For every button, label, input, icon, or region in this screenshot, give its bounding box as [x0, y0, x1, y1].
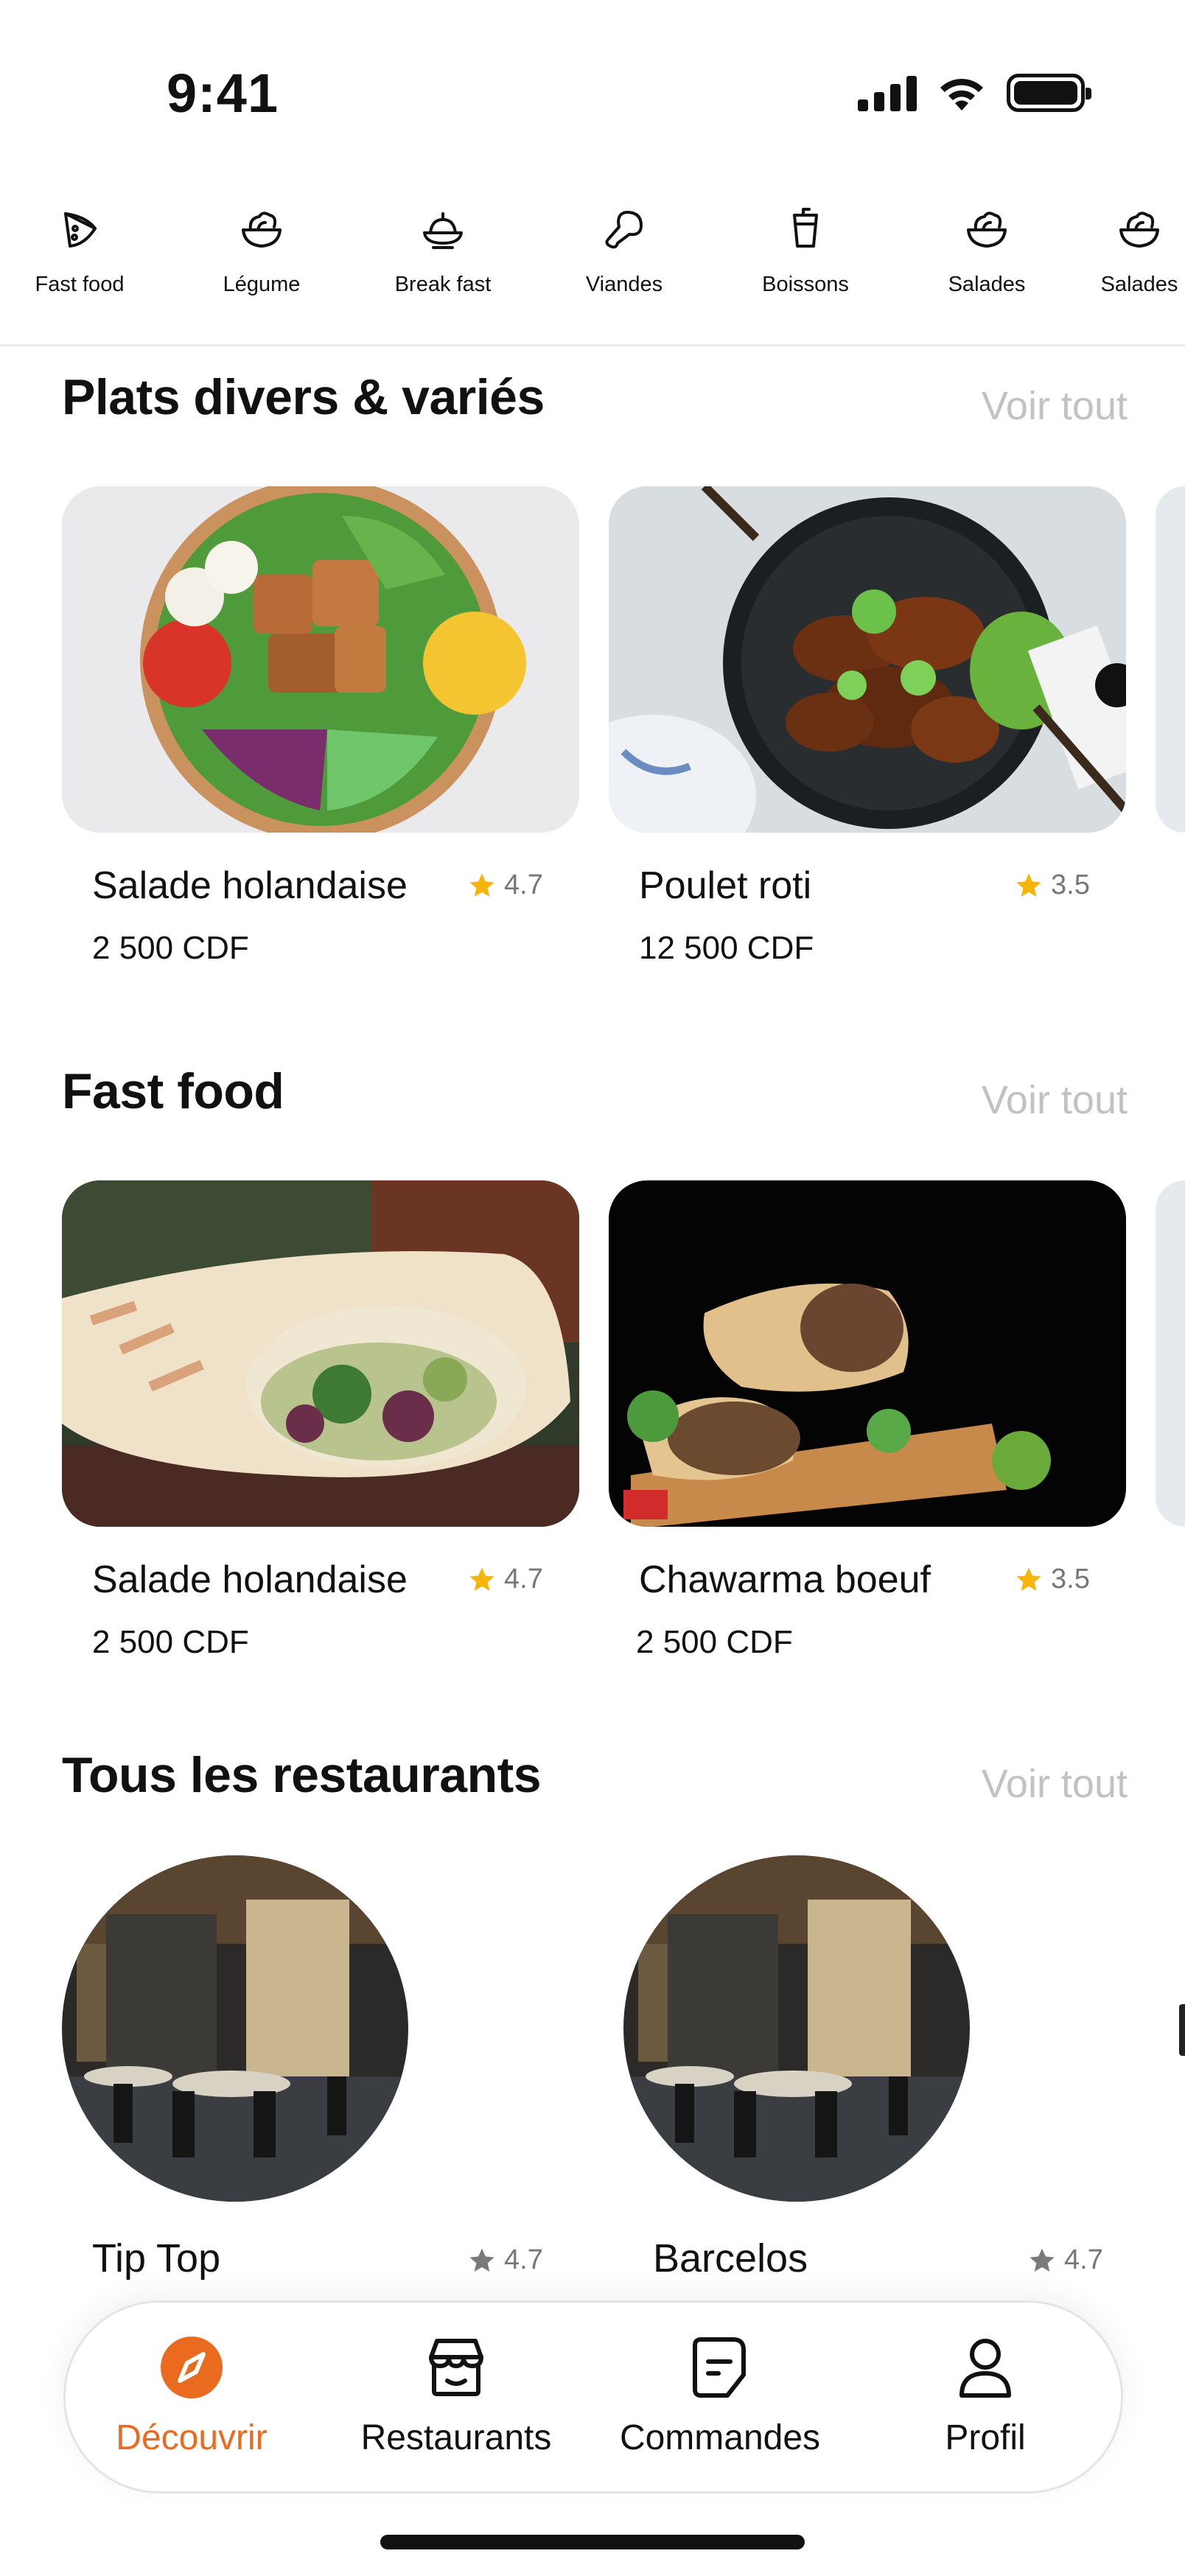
category-label: Boissons: [762, 273, 849, 296]
food-card-image[interactable]: [609, 1180, 1126, 1527]
drink-cup-icon: [793, 208, 818, 248]
food-card-name: Chawarma boeuf: [639, 1558, 931, 1601]
storefront-icon: [429, 2339, 483, 2396]
food-card-name: Salade holandaise: [92, 864, 408, 907]
category-fast-food[interactable]: Fast food: [0, 205, 161, 297]
user-icon: [959, 2339, 1011, 2398]
bottom-tab-bar: Découvrir Restaurants Commandes Profil: [63, 2300, 1123, 2493]
star-icon: [469, 1567, 494, 1591]
category-label: Fast food: [35, 273, 125, 296]
restaurant-image[interactable]: [62, 1855, 408, 2202]
restaurant-rating: 4.7: [1027, 2244, 1103, 2276]
restaurant-image[interactable]: [623, 1855, 970, 2202]
category-label: Salades: [1100, 273, 1178, 296]
rating-value: 4.7: [504, 2244, 543, 2275]
rating-value: 4.7: [1064, 2244, 1103, 2275]
category-salades[interactable]: Salades: [906, 205, 1068, 297]
category-label: Légume: [223, 273, 301, 296]
food-card-peek[interactable]: [1156, 486, 1185, 833]
rating-value: 3.5: [1051, 869, 1090, 900]
food-card-name: Salade holandaise: [92, 1558, 408, 1601]
food-card-rating: 4.7: [467, 1564, 543, 1595]
section-title-fast-food: Fast food: [62, 1063, 284, 1119]
breakfast-icon: [423, 212, 463, 249]
see-all-restaurants-link[interactable]: Voir tout: [982, 1761, 1128, 1807]
star-icon: [1016, 872, 1041, 897]
status-time: 9:41: [167, 63, 279, 124]
salad-bowl-icon: [967, 211, 1007, 248]
food-card-image[interactable]: [62, 1180, 579, 1527]
star-icon: [469, 2247, 494, 2272]
tab-label: Profil: [945, 2418, 1026, 2457]
food-card-price: 2 500 CDF: [92, 930, 249, 966]
compass-icon: [161, 2337, 223, 2398]
category-breakfast[interactable]: Break fast: [362, 205, 524, 297]
tab-label: Commandes: [619, 2418, 821, 2457]
food-card-image[interactable]: [609, 486, 1126, 833]
restaurant-name: Barcelos: [653, 2236, 808, 2281]
battery-icon: [1007, 74, 1091, 112]
section-title-restaurants: Tous les restaurants: [62, 1747, 542, 1803]
category-salades-2[interactable]: Salades: [1058, 205, 1185, 297]
restaurant-card-peek[interactable]: [1179, 2004, 1185, 2056]
rating-value: 4.7: [504, 1564, 543, 1595]
see-all-plats-link[interactable]: Voir tout: [982, 383, 1128, 429]
food-card-image[interactable]: [62, 486, 579, 833]
restaurant-name: Tip Top: [92, 2236, 221, 2281]
drumstick-icon: [605, 211, 643, 249]
food-card-price: 2 500 CDF: [636, 1624, 793, 1660]
tab-decouvrir[interactable]: Découvrir: [66, 2332, 317, 2458]
tab-restaurants[interactable]: Restaurants: [331, 2332, 581, 2458]
star-icon: [1016, 1567, 1041, 1591]
food-card-peek[interactable]: [1156, 1180, 1185, 1527]
category-label: Salades: [948, 273, 1026, 296]
food-card-price: 12 500 CDF: [639, 930, 814, 966]
cellular-signal-icon: [858, 74, 917, 111]
see-all-fast-food-link[interactable]: Voir tout: [982, 1077, 1128, 1123]
category-label: Break fast: [394, 273, 492, 296]
restaurant-rating: 4.7: [467, 2244, 543, 2276]
rating-value: 3.5: [1051, 1564, 1090, 1595]
salad-bowl-icon: [242, 211, 282, 248]
tab-profil[interactable]: Profil: [860, 2332, 1111, 2458]
food-card-rating: 4.7: [467, 869, 543, 901]
category-label: Viandes: [585, 273, 663, 296]
home-indicator[interactable]: [380, 2535, 805, 2549]
tab-label: Découvrir: [116, 2418, 268, 2457]
category-strip: Fast food Légume Break fast Viandes Bois…: [0, 192, 1185, 346]
rating-value: 4.7: [504, 869, 543, 900]
star-icon: [1030, 2247, 1055, 2272]
status-bar: 9:41: [0, 0, 1185, 169]
section-title-plats: Plats divers & variés: [62, 369, 545, 425]
pizza-slice-icon: [64, 212, 97, 248]
wifi-icon: [940, 78, 983, 111]
food-card-price: 2 500 CDF: [92, 1624, 249, 1660]
category-viandes[interactable]: Viandes: [543, 205, 705, 297]
salad-bowl-icon: [1119, 211, 1159, 248]
orders-icon: [693, 2337, 746, 2398]
tab-commandes[interactable]: Commandes: [595, 2332, 845, 2458]
tab-label: Restaurants: [360, 2418, 552, 2457]
category-boissons[interactable]: Boissons: [724, 205, 887, 297]
food-card-rating: 3.5: [1014, 1564, 1090, 1595]
food-card-rating: 3.5: [1014, 869, 1090, 901]
category-legume[interactable]: Légume: [181, 205, 343, 297]
star-icon: [469, 872, 494, 897]
status-icons: [858, 74, 1091, 112]
food-card-name: Poulet roti: [639, 864, 812, 907]
